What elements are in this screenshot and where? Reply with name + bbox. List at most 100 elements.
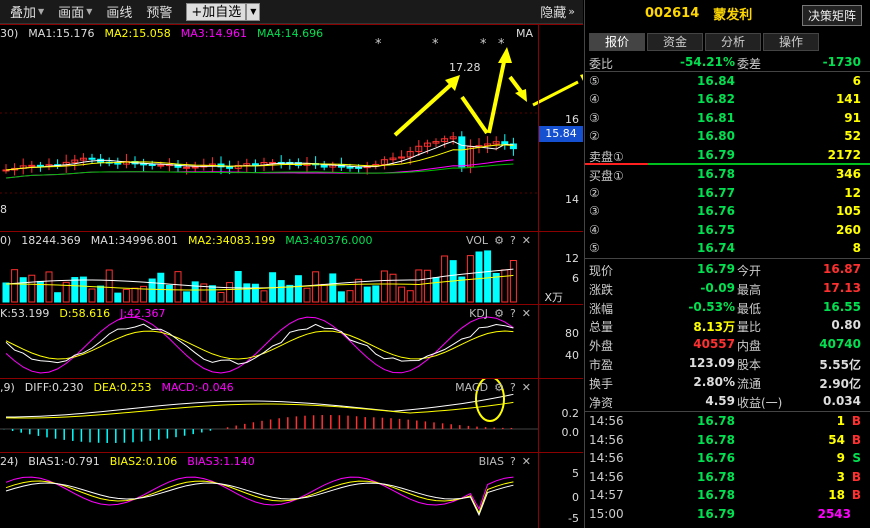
bias3-line: [5, 476, 514, 511]
trade-volume: 1: [836, 414, 845, 428]
candle-body: [157, 164, 165, 167]
ask-price: 16.82: [697, 92, 735, 107]
decision-matrix-button[interactable]: 决策矩阵: [801, 5, 862, 26]
stat-value: 16.79: [697, 262, 735, 276]
bid-volume: 260: [835, 222, 861, 237]
ask-volume: 91: [844, 110, 861, 125]
vol-ma3: MA3:40376.000: [285, 234, 373, 247]
volume-bar: [380, 270, 388, 303]
macd-controls: MACD ⚙ ? ✕: [455, 381, 531, 394]
macd-diff: DIFF:0.230: [24, 381, 84, 394]
star-marker: *: [498, 37, 505, 52]
diff-label: 委差: [737, 57, 762, 71]
candle-body: [501, 141, 509, 145]
kdj-tag[interactable]: KDJ: [469, 307, 488, 320]
tab-operation[interactable]: 操作: [763, 33, 819, 51]
overlay-label: 叠加: [10, 6, 37, 21]
stat-label: 市盈: [589, 358, 614, 372]
bid-volume: 346: [835, 167, 861, 181]
draw-menu[interactable]: 画面 ▼: [58, 2, 92, 21]
volume-bar: [337, 291, 345, 303]
watchlist-dropdown-icon[interactable]: ▼: [246, 2, 261, 21]
stat-label: 换手: [589, 376, 614, 391]
bid-price: 16.75: [697, 222, 735, 237]
high-price-label: 17.28: [449, 61, 481, 74]
kdj-k-line: [5, 323, 514, 365]
bias-panel[interactable]: 24) BIAS1:-0.791 BIAS2:0.106 BIAS3:1.140…: [0, 452, 583, 528]
help-icon[interactable]: ?: [510, 307, 516, 320]
macd-tag[interactable]: MACD: [455, 381, 488, 394]
volume-bar: [346, 290, 354, 303]
trade-side: B: [851, 488, 861, 503]
stat-label: 内盘: [737, 339, 762, 354]
trade-volume: 9: [836, 451, 845, 466]
kdj-panel[interactable]: K:53.199 D:58.616 J:42.367 KDJ ⚙ ? ✕ 80 …: [0, 304, 583, 378]
gear-icon[interactable]: ⚙: [494, 381, 504, 394]
stock-terminal: 叠加 ▼ 画面 ▼ 画线 预警 +加自选 ▼ 隐藏» 30) MA1:15.176 …: [0, 0, 870, 528]
candle-body: [226, 166, 234, 169]
volume-bar: [114, 292, 122, 303]
ask-level-row: ③ 16.81 91: [585, 109, 870, 128]
ma-legend: 30) MA1:15.176 MA2:15.058 MA3:14.961 MA4…: [0, 27, 323, 40]
vol-legend-prefix: 0): [0, 234, 12, 247]
volume-bar: [2, 282, 10, 303]
stat-label: 外盘: [589, 339, 614, 354]
tab-funds[interactable]: 资金: [647, 33, 703, 51]
annotation-arrow: [487, 56, 507, 134]
volume-bar: [79, 276, 87, 303]
alert-button[interactable]: 预警: [146, 2, 172, 21]
kdj-j: J:42.367: [120, 307, 166, 320]
close-icon[interactable]: ✕: [522, 307, 531, 320]
price-axis: 16 14 15.84: [538, 25, 583, 231]
add-watchlist-button[interactable]: +加自选: [186, 2, 247, 21]
stat-label: 净资: [589, 395, 614, 410]
stat-value: 40557: [693, 337, 735, 352]
stat-row: 涨跌 -0.09 最高 17.13: [585, 279, 870, 298]
help-icon[interactable]: ?: [510, 234, 516, 247]
close-icon[interactable]: ✕: [522, 234, 531, 247]
axis-tick-minus5: -5: [568, 512, 579, 525]
bid-level-row: ③ 16.76 105: [585, 202, 870, 221]
kline-panel[interactable]: 30) MA1:15.176 MA2:15.058 MA3:14.961 MA4…: [0, 24, 583, 231]
bias1-line: [5, 482, 514, 517]
bid-volume: 105: [835, 204, 861, 219]
ask-level-row: ⑤ 16.84 6: [585, 72, 870, 91]
help-icon[interactable]: ?: [510, 381, 516, 394]
volume-bar: [54, 292, 62, 303]
stock-code: 002614: [645, 5, 700, 21]
vol-tag[interactable]: VOL: [466, 234, 488, 247]
kdj-k: K:53.199: [0, 307, 50, 320]
volume-bar: [131, 287, 139, 303]
bias1: BIAS1:-0.791: [28, 455, 100, 468]
candle-body: [183, 166, 191, 169]
overlay-menu[interactable]: 叠加 ▼: [10, 2, 44, 21]
axis-tick-6: 6: [572, 272, 579, 285]
stock-name: 蒙发利: [713, 7, 753, 23]
level-label: ④: [589, 92, 600, 107]
draw-lines-button[interactable]: 画线: [106, 2, 132, 21]
volume-panel[interactable]: 0) 18244.369 MA1:34996.801 MA2:34083.199…: [0, 231, 583, 304]
level-label: ③: [589, 110, 600, 125]
gear-icon[interactable]: ⚙: [494, 307, 504, 320]
bias-tag[interactable]: BIAS: [479, 455, 504, 468]
macd-panel[interactable]: ,9) DIFF:0.230 DEA:0.253 MACD:-0.046 MAC…: [0, 378, 583, 452]
ask-volume: 141: [835, 92, 861, 107]
gear-icon[interactable]: ⚙: [494, 234, 504, 247]
stat-value: 0.80: [831, 318, 861, 333]
tab-analysis[interactable]: 分析: [705, 33, 761, 51]
volume-bar: [174, 271, 182, 303]
level-label: ⑤: [589, 241, 600, 256]
help-icon[interactable]: ?: [510, 455, 516, 468]
stat-value: 16.55: [823, 299, 861, 314]
bid-price: 16.76: [697, 204, 735, 219]
close-icon[interactable]: ✕: [522, 381, 531, 394]
tab-quote[interactable]: 报价: [589, 33, 645, 51]
close-icon[interactable]: ✕: [522, 455, 531, 468]
stat-value: -0.09: [700, 280, 735, 295]
hide-button[interactable]: 隐藏»: [540, 2, 575, 21]
volume-bar: [122, 288, 130, 303]
stat-row: 换手 2.80% 流通 2.90亿: [585, 373, 870, 392]
stat-value: -0.53%: [688, 299, 735, 314]
ma-tag[interactable]: MA: [516, 27, 533, 40]
bid-price: 16.74: [697, 241, 735, 256]
